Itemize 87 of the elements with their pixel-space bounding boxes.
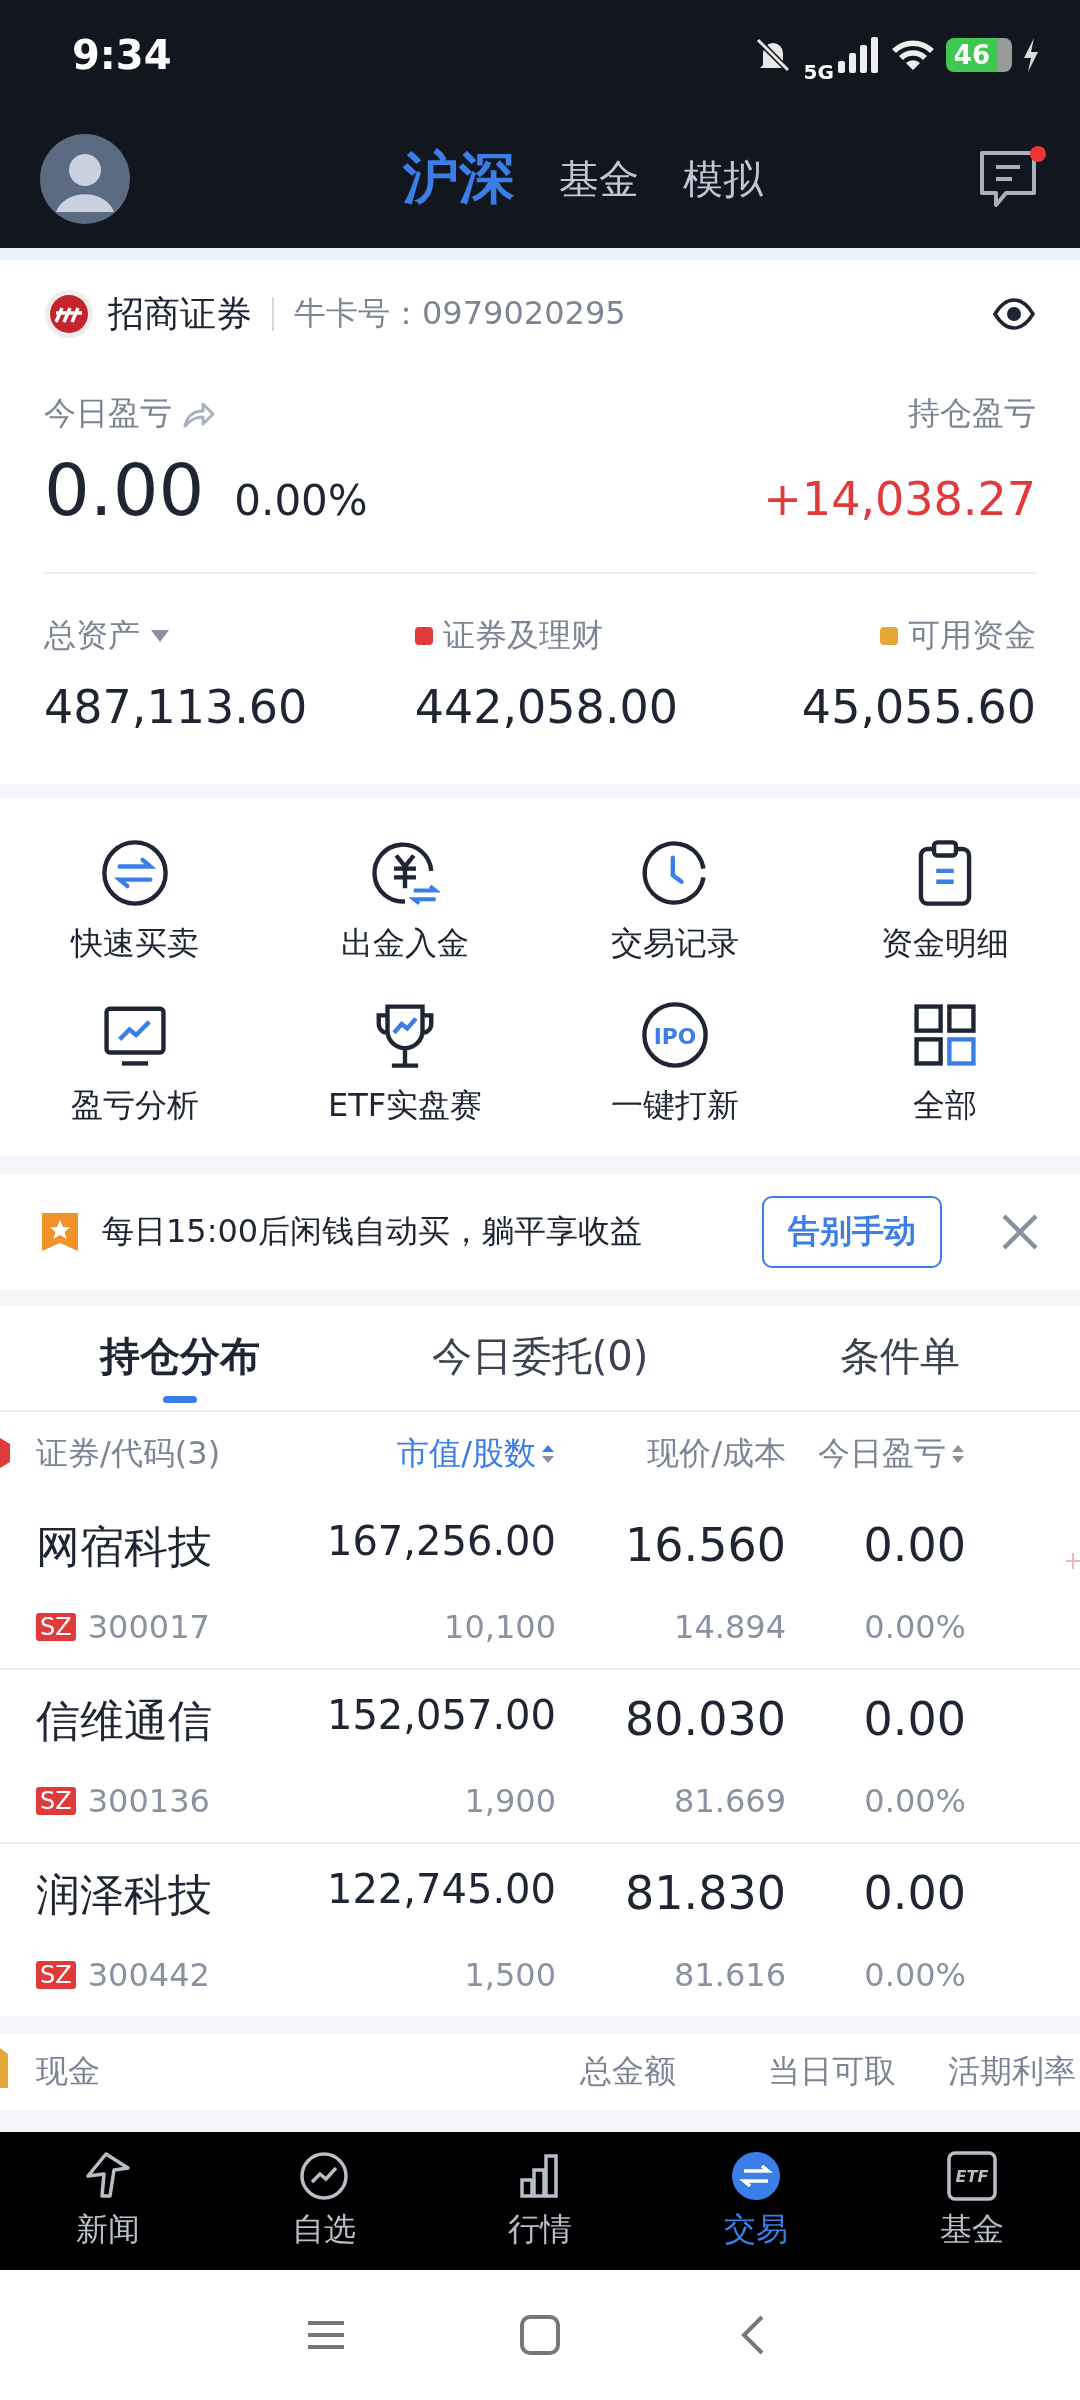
column-header[interactable]: 证券/代码(3)	[36, 1432, 221, 1476]
nav-item[interactable]: 新闻	[0, 2132, 216, 2270]
asset-value: 487,113.60	[44, 680, 309, 734]
signal-icon	[837, 37, 880, 73]
holding-pl-value: +14,038.27	[763, 472, 1036, 526]
column-header[interactable]: 今日盈亏	[818, 1432, 966, 1476]
plus-icon	[1064, 1550, 1080, 1572]
market-value: 122,745.00	[326, 1866, 556, 1912]
market-tag: SZ	[36, 1613, 76, 1641]
asset-value: 45,055.60	[801, 680, 1036, 734]
nav-item[interactable]: ETF 基金	[864, 2132, 1080, 2270]
shortcut-item[interactable]: 出金入金	[270, 838, 540, 966]
cost-price: 14.894	[674, 1608, 786, 1646]
market-tag: SZ	[36, 1787, 76, 1815]
avatar[interactable]	[40, 134, 130, 224]
status-time: 9:34	[72, 32, 172, 78]
stock-name[interactable]: 信维通信	[36, 1692, 212, 1751]
nav-item[interactable]: 交易	[648, 2132, 864, 2270]
stock-code: 300442	[87, 1956, 210, 1994]
today-pl-percent: 0.00%	[864, 1782, 966, 1820]
cost-price: 81.616	[674, 1956, 786, 1994]
market-tab[interactable]: 基金	[559, 151, 639, 207]
shortcut-item[interactable]: ETF实盘赛	[270, 1000, 540, 1128]
current-price: 81.830	[625, 1866, 786, 1920]
asset-label: 证券及理财	[442, 615, 603, 656]
share-count: 10,100	[444, 1608, 556, 1646]
swap-icon	[100, 838, 170, 908]
current-price: 80.030	[625, 1692, 786, 1746]
position-tab[interactable]: 条件单	[720, 1306, 1080, 1410]
home-icon[interactable]	[518, 2313, 562, 2357]
dropdown-caret-icon[interactable]	[150, 629, 170, 643]
position-tab[interactable]: 今日委托(0)	[360, 1306, 720, 1410]
stock-code: 300136	[87, 1782, 210, 1820]
nav-item[interactable]: 自选	[216, 2132, 432, 2270]
promo-text: 每日15:00后闲钱自动买，躺平享收益	[102, 1211, 643, 1252]
trend-circle-icon	[298, 2150, 350, 2202]
cash-column-header: 活期利率	[948, 2051, 1076, 2092]
today-pl: 0.00	[863, 1692, 966, 1746]
battery-level: 46	[945, 38, 1012, 72]
share-count: 1,500	[464, 1956, 556, 1994]
asset-label: 总资产	[44, 615, 140, 656]
broker-logo	[44, 289, 94, 339]
cash-column-header: 总金额	[580, 2051, 676, 2092]
stock-name[interactable]: 网宿科技	[36, 1518, 212, 1577]
promo-button[interactable]: 告别手动	[762, 1196, 942, 1268]
shortcut-item[interactable]: 资金明细	[810, 838, 1080, 966]
column-header[interactable]: 现价/成本	[647, 1432, 786, 1476]
market-tab[interactable]: 沪深	[403, 141, 515, 217]
card-number: 牛卡号：0979020295	[294, 293, 626, 334]
today-pl: 0.00	[863, 1518, 966, 1572]
today-pl: 0.00	[863, 1866, 966, 1920]
column-header[interactable]: 市值/股数	[397, 1432, 556, 1476]
market-tag: SZ	[36, 1961, 76, 1989]
close-icon[interactable]	[1000, 1212, 1040, 1252]
broker-name: 招商证券	[108, 291, 252, 336]
holding-pl-label: 持仓盈亏	[908, 393, 1036, 434]
shortcut-item[interactable]: 全部	[810, 1000, 1080, 1128]
position-tab[interactable]: 持仓分布	[0, 1306, 360, 1410]
hexagon-mark	[0, 1438, 10, 1468]
nav-item[interactable]: 行情	[432, 2132, 648, 2270]
cash-column-header: 当日可取	[768, 2051, 896, 2092]
shortcut-item[interactable]: 交易记录	[540, 838, 810, 966]
today-pl-label: 今日盈亏	[44, 393, 172, 434]
today-pl-percent: 0.00%	[864, 1608, 966, 1646]
network-type: 5G	[803, 60, 834, 84]
shortcut-item[interactable]: 盈亏分析	[0, 1000, 270, 1128]
stock-name[interactable]: 润泽科技	[36, 1866, 212, 1925]
star-ribbon-icon	[40, 1211, 80, 1253]
today-pl-value: 0.00	[44, 448, 205, 532]
current-price: 16.560	[625, 1518, 786, 1572]
today-pl-percent: 0.00%	[234, 476, 368, 525]
asset-value: 442,058.00	[414, 680, 679, 734]
market-value: 167,256.00	[326, 1518, 556, 1564]
stock-code: 300017	[87, 1608, 210, 1646]
asset-label: 可用资金	[908, 615, 1036, 656]
swap-icon	[730, 2150, 782, 2202]
etf-icon: ETF	[946, 2150, 998, 2202]
shortcut-item[interactable]: 快速买卖	[0, 838, 270, 966]
share-count: 1,900	[464, 1782, 556, 1820]
charging-icon	[1022, 38, 1040, 72]
market-value: 152,057.00	[326, 1692, 556, 1738]
cash-column-header: 现金	[36, 2051, 101, 2092]
shortcut-item[interactable]: IPO 一键打新	[540, 1000, 810, 1128]
ipo-icon: IPO	[640, 1000, 710, 1070]
today-pl-percent: 0.00%	[864, 1956, 966, 1994]
cost-price: 81.669	[674, 1782, 786, 1820]
market-tab[interactable]: 模拟	[683, 151, 763, 207]
